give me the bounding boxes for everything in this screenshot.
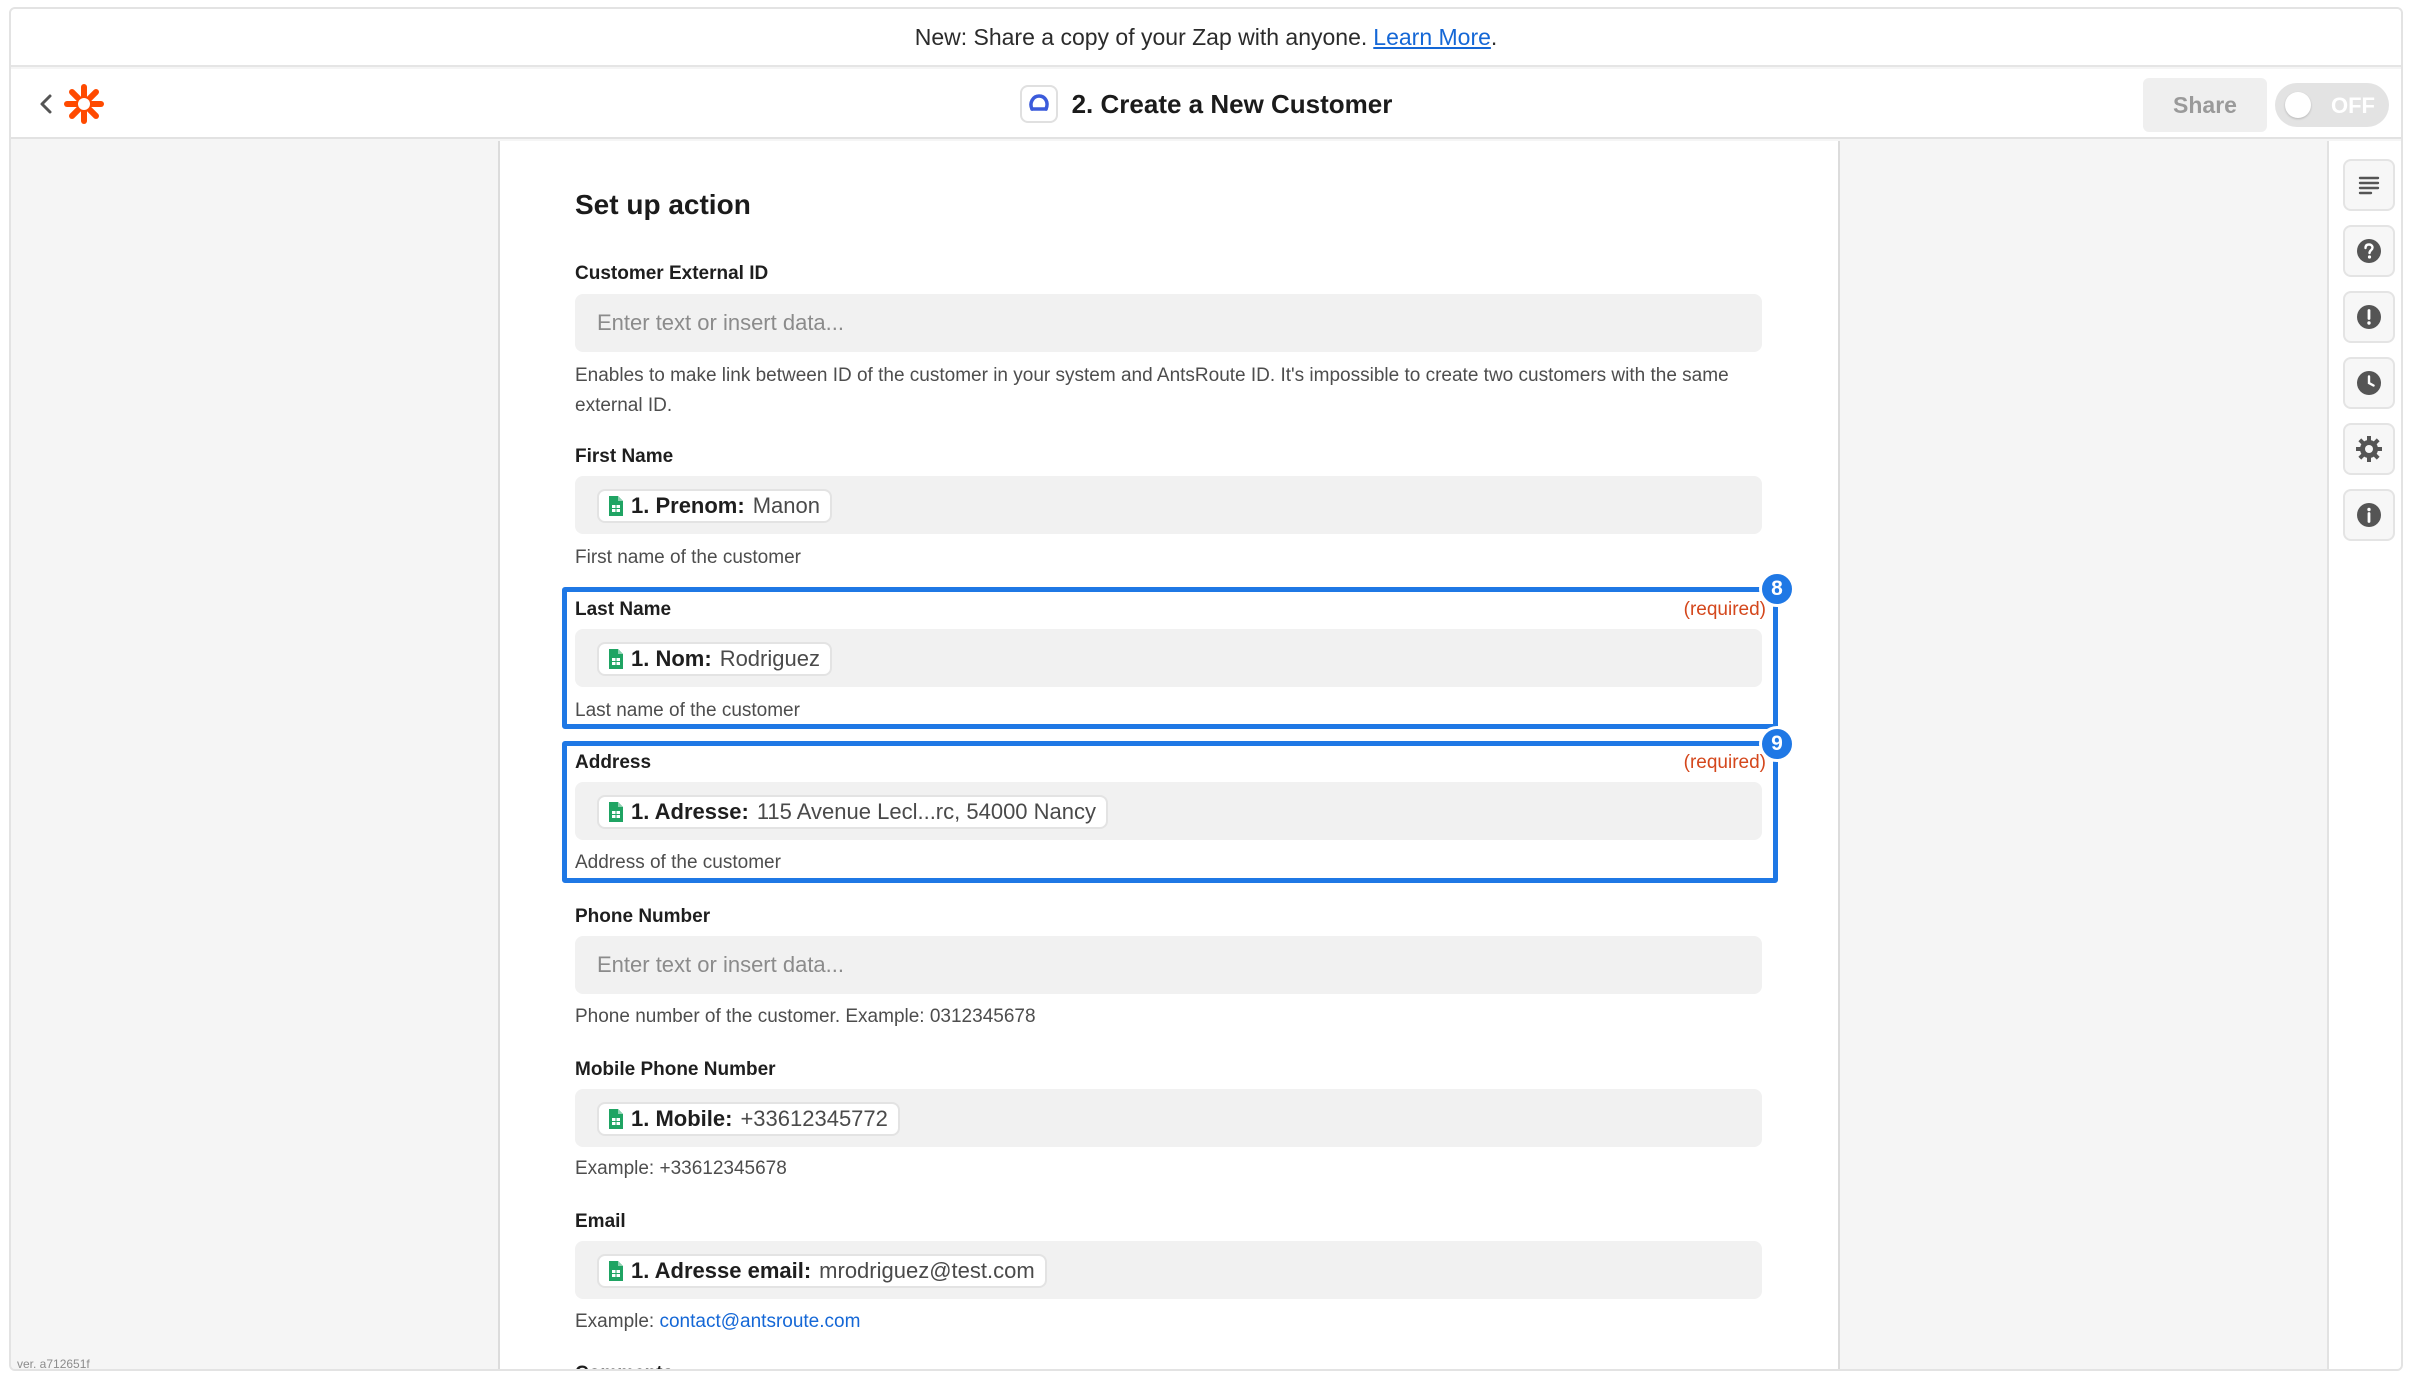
field-help-first-name: First name of the customer xyxy=(575,547,801,568)
version-label: ver. a712651f xyxy=(17,1357,90,1371)
learn-more-link[interactable]: Learn More xyxy=(1373,24,1491,51)
pill-key: 1. Prenom: xyxy=(631,493,745,518)
highlight-address xyxy=(562,741,1778,883)
field-help-email: Example: contact@antsroute.com xyxy=(575,1307,1775,1337)
section-title: Set up action xyxy=(575,189,751,220)
settings-icon[interactable] xyxy=(2343,423,2395,475)
google-sheets-icon xyxy=(609,496,623,516)
input-placeholder: Enter text or insert data... xyxy=(597,952,845,977)
mapped-data-pill[interactable]: 1. Mobile: +33612345772 xyxy=(597,1102,900,1136)
toggle-knob xyxy=(2285,92,2311,118)
example-email-link[interactable]: contact@antsroute.com xyxy=(659,1311,860,1332)
input-placeholder: Enter text or insert data... xyxy=(597,310,845,335)
announcement-suffix: . xyxy=(1490,23,1498,50)
field-help-email-prefix: Example: xyxy=(575,1311,660,1332)
first-name-input[interactable]: 1. Prenom: Manon xyxy=(575,476,1762,534)
editor-header: 2. Create a New Customer Share OFF xyxy=(11,69,2401,139)
customer-external-id-input[interactable]: Enter text or insert data... xyxy=(575,294,1762,352)
app-window: New: Share a copy of your Zap with anyon… xyxy=(9,7,2403,1371)
share-button[interactable]: Share xyxy=(2143,78,2267,132)
field-label-mobile-phone: Mobile Phone Number xyxy=(575,1059,776,1080)
outline-icon[interactable] xyxy=(2343,159,2395,211)
google-sheets-icon xyxy=(609,1261,623,1281)
editor-canvas: ver. a712651f Set up action Customer Ext… xyxy=(11,141,2327,1371)
antsroute-app-icon xyxy=(1019,85,1058,123)
title-group: 2. Create a New Customer xyxy=(11,69,2401,139)
announcement-text: New: Share a copy of your Zap with anyon… xyxy=(914,23,1368,50)
phone-number-input[interactable]: Enter text or insert data... xyxy=(575,936,1762,994)
field-label-email: Email xyxy=(575,1211,626,1232)
page-title: 2. Create a New Customer xyxy=(1071,88,1393,119)
pill-value: +33612345772 xyxy=(740,1106,888,1131)
pill-value: mrodriguez@test.com xyxy=(819,1258,1035,1283)
setup-action-panel: Set up action Customer External ID Enter… xyxy=(498,141,1840,1369)
help-icon[interactable] xyxy=(2343,225,2395,277)
field-label-comments: Comments xyxy=(575,1363,673,1369)
zap-on-off-toggle[interactable]: OFF xyxy=(2275,83,2389,127)
google-sheets-icon xyxy=(609,1109,623,1129)
toggle-label: OFF xyxy=(2331,93,2375,118)
field-label-first-name: First Name xyxy=(575,446,674,467)
pill-key: 1. Adresse email: xyxy=(631,1258,812,1283)
alert-icon[interactable] xyxy=(2343,291,2395,343)
step-badge-8: 8 xyxy=(1759,571,1795,607)
email-input[interactable]: 1. Adresse email: mrodriguez@test.com xyxy=(575,1241,1762,1299)
mapped-data-pill[interactable]: 1. Prenom: Manon xyxy=(597,489,832,523)
history-icon[interactable] xyxy=(2343,357,2395,409)
info-icon[interactable] xyxy=(2343,489,2395,541)
announcement-bar: New: Share a copy of your Zap with anyon… xyxy=(11,9,2401,67)
field-help-mobile-phone: Example: +33612345678 xyxy=(575,1158,787,1179)
right-sidebar xyxy=(2327,141,2401,1369)
highlight-last-name xyxy=(562,587,1778,729)
field-label-phone-number: Phone Number xyxy=(575,906,711,927)
field-help-phone-number: Phone number of the customer. Example: 0… xyxy=(575,1006,1036,1027)
pill-key: 1. Mobile: xyxy=(631,1106,733,1131)
step-badge-9: 9 xyxy=(1759,726,1795,762)
mobile-phone-input[interactable]: 1. Mobile: +33612345772 xyxy=(575,1089,1762,1147)
pill-value: Manon xyxy=(752,493,820,518)
mapped-data-pill[interactable]: 1. Adresse email: mrodriguez@test.com xyxy=(597,1254,1047,1288)
field-help-customer-external-id: Enables to make link between ID of the c… xyxy=(575,365,1729,416)
field-label-customer-external-id: Customer External ID xyxy=(575,263,769,284)
